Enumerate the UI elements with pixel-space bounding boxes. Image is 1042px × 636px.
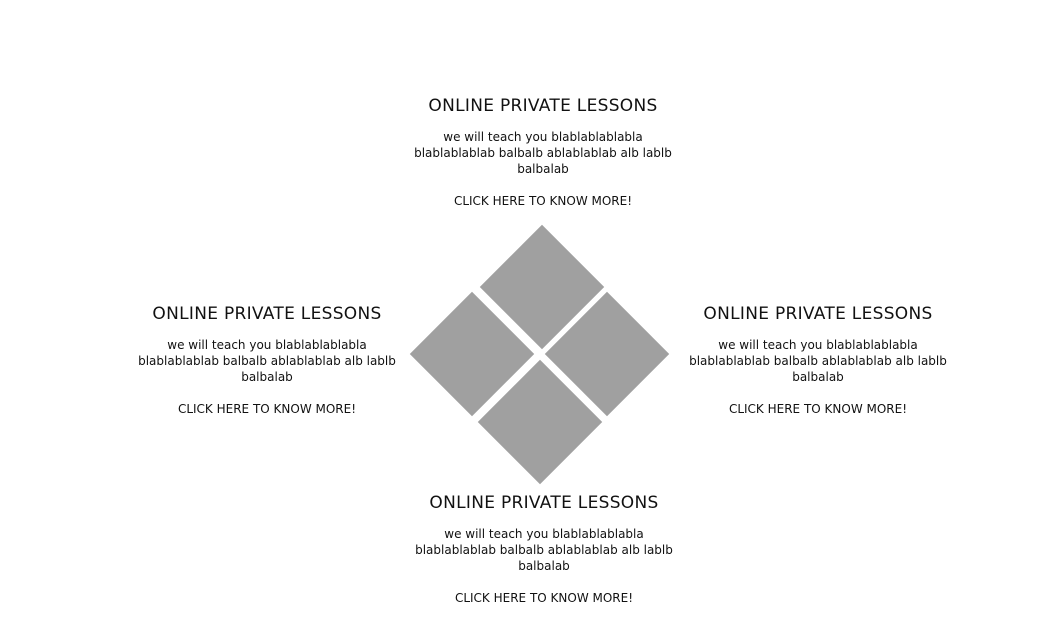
lesson-description-top: we will teach you blablablablabla blabla… [414,130,672,176]
lesson-title-right: ONLINE PRIVATE LESSONS [703,304,933,324]
lesson-block-right: ONLINE PRIVATE LESSONS we will teach you… [688,303,948,417]
lesson-block-top: ONLINE PRIVATE LESSONS we will teach you… [413,95,673,209]
lesson-block-bottom: ONLINE PRIVATE LESSONS we will teach you… [414,492,674,606]
know-more-link-bottom[interactable]: CLICK HERE TO KNOW MORE! [455,590,633,606]
lesson-title-left: ONLINE PRIVATE LESSONS [152,304,382,324]
know-more-link-top[interactable]: CLICK HERE TO KNOW MORE! [454,193,632,209]
know-more-link-left[interactable]: CLICK HERE TO KNOW MORE! [178,401,356,417]
lesson-block-left: ONLINE PRIVATE LESSONS we will teach you… [137,303,397,417]
lesson-title-bottom: ONLINE PRIVATE LESSONS [429,493,659,513]
lesson-description-left: we will teach you blablablablabla blabla… [138,338,396,384]
lesson-title-top: ONLINE PRIVATE LESSONS [428,96,658,116]
lesson-description-right: we will teach you blablablablabla blabla… [689,338,947,384]
know-more-link-right[interactable]: CLICK HERE TO KNOW MORE! [729,401,907,417]
lesson-description-bottom: we will teach you blablablablabla blabla… [415,527,673,573]
